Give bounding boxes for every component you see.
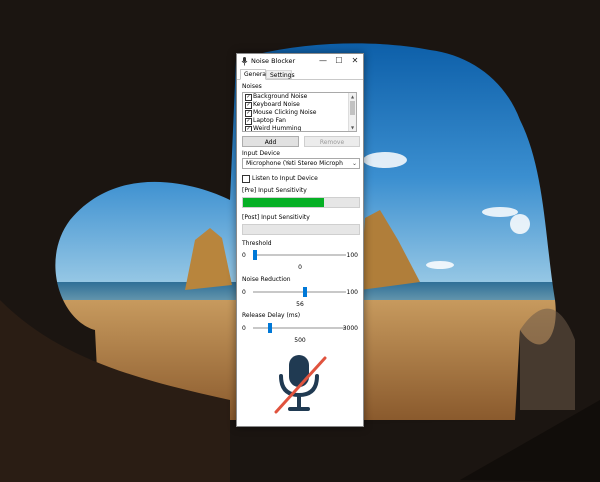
remove-noise-button[interactable]: Remove <box>304 136 360 147</box>
threshold-label: Threshold <box>242 240 272 247</box>
slider-thumb[interactable] <box>253 250 257 260</box>
list-item[interactable]: ✓ Laptop Fan <box>243 117 356 125</box>
release-delay-max: 3000 <box>342 325 358 332</box>
list-item-label: Laptop Fan <box>253 117 286 124</box>
noise-reduction-label: Noise Reduction <box>242 276 291 283</box>
scroll-down-icon[interactable]: ▼ <box>349 124 356 131</box>
listen-to-input-label: Listen to Input Device <box>252 175 318 182</box>
close-button[interactable]: ✕ <box>347 55 363 67</box>
slider-thumb[interactable] <box>302 287 307 297</box>
noise-reduction-value: 56 <box>296 301 304 308</box>
release-delay-label: Release Delay (ms) <box>242 312 301 319</box>
noises-label: Noises <box>242 83 262 90</box>
list-item-label: Mouse Clicking Noise <box>253 109 317 116</box>
list-item[interactable]: ✓ Weird Humming <box>243 125 356 132</box>
noises-list[interactable]: ✓ Background Noise ✓ Keyboard Noise ✓ Mo… <box>242 92 357 132</box>
scroll-thumb[interactable] <box>350 101 355 115</box>
listen-to-input-checkbox[interactable] <box>242 175 250 183</box>
add-noise-button[interactable]: Add <box>242 136 299 147</box>
noises-scrollbar[interactable]: ▲ ▼ <box>348 93 356 131</box>
input-device-value: Microphone (Yeti Stereo Microph <box>246 160 343 167</box>
list-item-checkbox[interactable]: ✓ <box>245 126 252 131</box>
pre-sensitivity-fill <box>243 198 325 207</box>
list-item-label: Keyboard Noise <box>253 101 300 108</box>
list-item-checkbox[interactable]: ✓ <box>245 110 252 117</box>
pre-sensitivity-meter <box>242 197 360 208</box>
tab-bar: General Settings <box>237 69 363 80</box>
slider-track <box>253 291 346 293</box>
noise-reduction-slider[interactable] <box>253 287 346 297</box>
slider-thumb[interactable] <box>267 323 272 333</box>
release-delay-min: 0 <box>242 325 246 332</box>
input-device-label: Input Device <box>242 150 280 157</box>
threshold-max: 100 <box>346 252 358 259</box>
post-sensitivity-label: [Post] Input Sensitivity <box>242 214 310 221</box>
list-item[interactable]: ✓ Mouse Clicking Noise <box>243 109 356 117</box>
tab-general[interactable]: General <box>240 69 268 80</box>
chevron-down-icon: ⌄ <box>351 160 357 167</box>
release-delay-value: 500 <box>294 337 306 344</box>
minimize-button[interactable]: — <box>315 55 331 67</box>
slider-track <box>253 254 346 256</box>
maximize-button[interactable]: ☐ <box>331 55 347 67</box>
release-delay-slider[interactable] <box>253 323 346 333</box>
microphone-muted-icon <box>270 352 330 416</box>
pre-sensitivity-label: [Pre] Input Sensitivity <box>242 187 307 194</box>
list-item[interactable]: ✓ Keyboard Noise <box>243 101 356 109</box>
list-item-checkbox[interactable]: ✓ <box>245 102 252 109</box>
noise-reduction-min: 0 <box>242 289 246 296</box>
noise-blocker-window: Noise Blocker — ☐ ✕ General Settings Noi… <box>236 53 364 427</box>
window-title: Noise Blocker <box>251 57 296 65</box>
threshold-value: 0 <box>298 264 302 271</box>
threshold-min: 0 <box>242 252 246 259</box>
tab-settings[interactable]: Settings <box>266 70 295 79</box>
input-device-select[interactable]: Microphone (Yeti Stereo Microph ⌄ <box>242 158 360 169</box>
list-item-checkbox[interactable]: ✓ <box>245 118 252 125</box>
post-sensitivity-meter <box>242 224 360 235</box>
list-item-label: Background Noise <box>253 93 308 100</box>
list-item-checkbox[interactable]: ✓ <box>245 94 252 101</box>
title-bar[interactable]: Noise Blocker — ☐ ✕ <box>237 54 363 69</box>
microphone-icon <box>241 57 248 68</box>
scroll-up-icon[interactable]: ▲ <box>349 93 356 100</box>
threshold-slider[interactable] <box>253 250 346 260</box>
list-item-label: Weird Humming <box>253 125 302 132</box>
list-item[interactable]: ✓ Background Noise <box>243 93 356 101</box>
noise-reduction-max: 100 <box>346 289 358 296</box>
